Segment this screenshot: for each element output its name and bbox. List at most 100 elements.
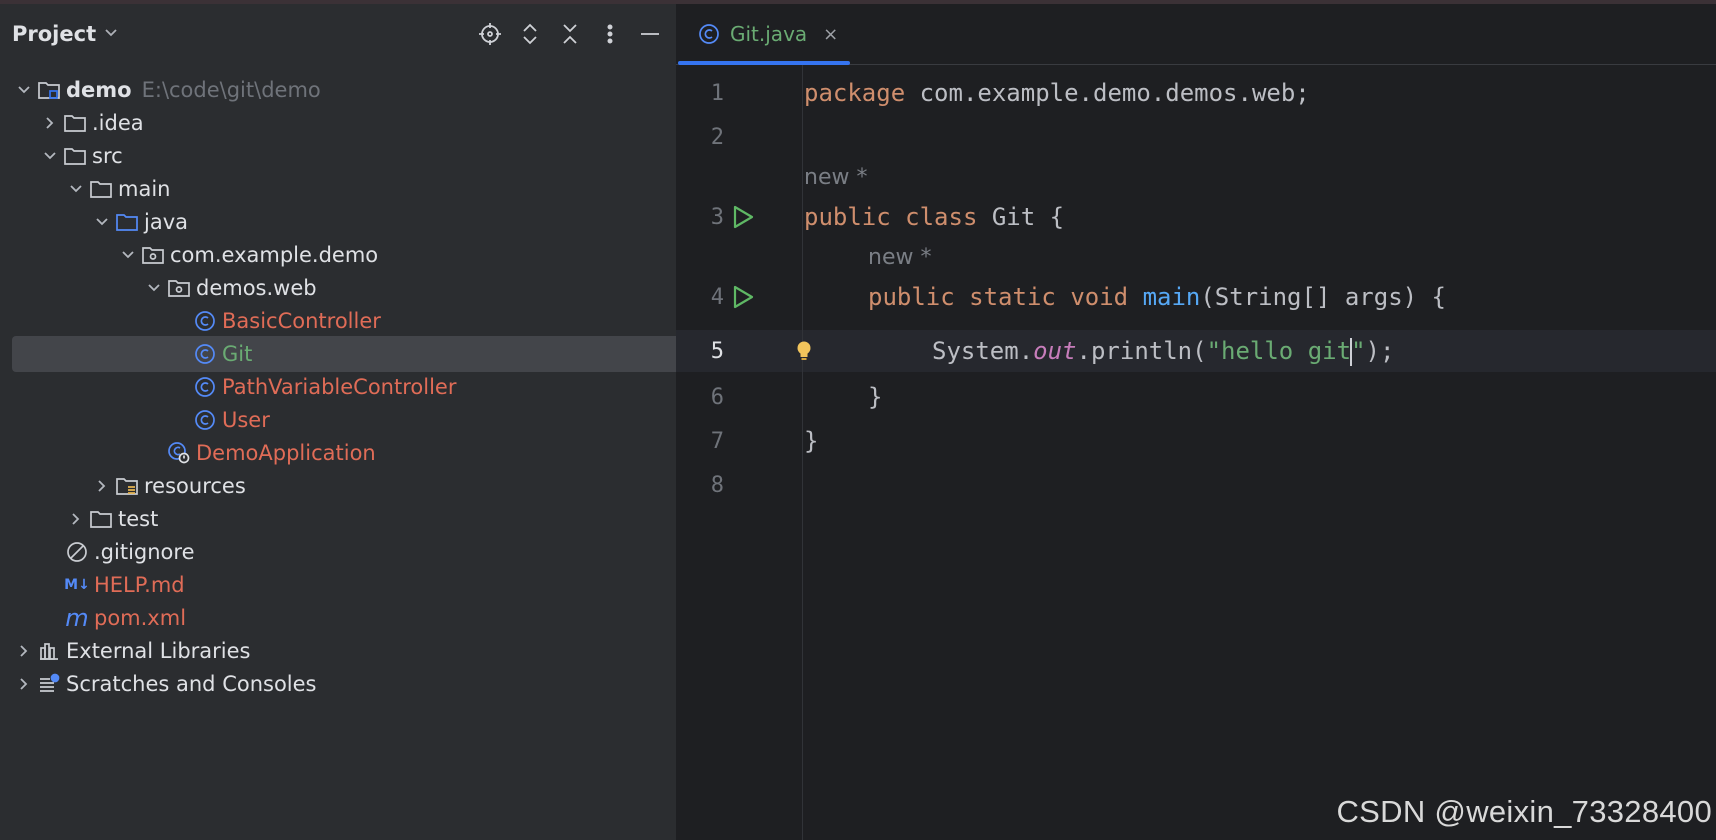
code-text: } xyxy=(868,383,883,411)
tree-item-external-libraries[interactable]: External Libraries xyxy=(12,633,660,669)
tree-item-gitignore[interactable]: .gitignore xyxy=(12,534,712,570)
source-folder-icon xyxy=(114,209,140,235)
maven-icon: m xyxy=(65,604,89,632)
chevron-down-icon[interactable] xyxy=(90,204,114,240)
tree-item-label: BasicController xyxy=(222,309,381,333)
tree-item-label: src xyxy=(92,144,123,168)
code-text: public static void main(String[] args) { xyxy=(868,283,1446,311)
tab-git-java[interactable]: Git.java × xyxy=(676,4,852,65)
tree-item-java[interactable]: java xyxy=(12,204,738,240)
code-line: 8 xyxy=(676,464,1716,506)
chevron-right-icon[interactable] xyxy=(90,468,114,504)
keyword: class xyxy=(905,203,978,231)
gitignore-icon xyxy=(64,539,90,565)
tree-item-demos-web[interactable]: demos.web xyxy=(12,270,790,306)
code-segment: Git { xyxy=(977,203,1065,231)
code-line: 6 } xyxy=(676,376,1716,418)
markdown-icon: M↓ xyxy=(64,577,90,593)
inlay-hint-line: new * xyxy=(676,236,1716,278)
author-inlay-hint[interactable]: new * xyxy=(804,165,867,190)
expand-all-icon[interactable] xyxy=(516,20,544,48)
tree-item-label: User xyxy=(222,408,270,432)
code-line: 2 xyxy=(676,116,1716,158)
active-tab-indicator xyxy=(678,61,850,65)
inlay-hint-line: new * xyxy=(676,156,1716,198)
tree-item-resources[interactable]: resources xyxy=(12,468,738,504)
code-text: System.out.println("hello git"); xyxy=(932,337,1394,366)
keyword: public xyxy=(804,203,891,231)
folder-icon xyxy=(62,143,88,169)
run-icon[interactable] xyxy=(730,284,756,310)
chevron-down-icon[interactable] xyxy=(12,72,36,108)
library-icon xyxy=(36,638,62,664)
code-text: package com.example.demo.demos.web; xyxy=(804,79,1310,107)
tree-item-label: demo xyxy=(66,78,132,102)
run-icon[interactable] xyxy=(730,204,756,230)
folder-icon xyxy=(88,506,114,532)
chevron-right-icon[interactable] xyxy=(12,633,36,669)
module-path: E:\code\git\demo xyxy=(141,78,321,102)
lightbulb-icon[interactable] xyxy=(792,339,816,363)
keyword: package xyxy=(804,79,906,107)
chevron-right-icon[interactable] xyxy=(12,666,36,702)
code-line: 3 public class Git { xyxy=(676,196,1716,238)
tree-item-label: demos.web xyxy=(196,276,317,300)
package-icon xyxy=(166,275,192,301)
package-icon xyxy=(140,242,166,268)
code-line-current: 5 System.out.println("hello git"); xyxy=(676,330,1716,372)
tree-item-label: .gitignore xyxy=(94,540,195,564)
locate-file-icon[interactable] xyxy=(476,20,504,48)
chevron-down-icon[interactable] xyxy=(116,237,140,273)
line-number: 8 xyxy=(710,472,724,498)
close-icon[interactable]: × xyxy=(823,24,838,45)
author-inlay-hint[interactable]: new * xyxy=(868,245,931,270)
tree-item-pom-xml[interactable]: m pom.xml xyxy=(12,600,712,636)
project-title: Project xyxy=(12,22,97,46)
chevron-right-icon[interactable] xyxy=(64,501,88,537)
method-name: main xyxy=(1142,283,1201,311)
folder-icon xyxy=(62,110,88,136)
string-literal: " xyxy=(1351,336,1366,365)
tree-item-label: main xyxy=(118,177,171,201)
code-segment: ); xyxy=(1365,336,1395,365)
tree-item-help-md[interactable]: M↓ HELP.md xyxy=(12,567,712,603)
project-tool-window: Project demo E:\code\git\demo .idea src … xyxy=(0,4,840,840)
tree-item-idea[interactable]: .idea xyxy=(12,105,686,141)
keyword: static xyxy=(969,283,1056,311)
line-number: 5 xyxy=(710,338,724,364)
java-class-icon xyxy=(192,341,218,367)
tree-item-label: .idea xyxy=(92,111,144,135)
tree-item-scratches-and-consoles[interactable]: Scratches and Consoles xyxy=(12,666,660,702)
tree-item-demo[interactable]: demo E:\code\git\demo xyxy=(12,72,660,108)
line-number: 3 xyxy=(710,204,724,230)
code-segment: com.example.demo.demos.web; xyxy=(905,79,1310,107)
chevron-down-icon[interactable] xyxy=(38,138,62,174)
tree-item-label: pom.xml xyxy=(94,606,187,630)
tree-item-src[interactable]: src xyxy=(12,138,686,174)
keyword: public xyxy=(868,283,955,311)
project-view-selector[interactable]: Project xyxy=(12,22,118,46)
folder-icon xyxy=(88,176,114,202)
tree-item-label: HELP.md xyxy=(94,573,185,597)
tree-item-label: PathVariableController xyxy=(222,375,457,399)
chevron-right-icon[interactable] xyxy=(38,105,62,141)
tree-item-test[interactable]: test xyxy=(12,501,712,537)
code-segment: (String[] args) { xyxy=(1200,283,1446,311)
chevron-down-icon xyxy=(104,27,118,42)
options-menu-icon[interactable] xyxy=(596,20,624,48)
java-class-icon xyxy=(192,407,218,433)
tree-item-com-example-demo[interactable]: com.example.demo xyxy=(12,237,764,273)
module-folder-icon xyxy=(36,77,62,103)
chevron-down-icon[interactable] xyxy=(142,270,166,306)
tree-item-label: Scratches and Consoles xyxy=(66,672,317,696)
code-text: public class Git { xyxy=(804,203,1064,231)
editor-area: Git.java × 1 package com.example.demo.de… xyxy=(676,4,1716,840)
project-header: Project xyxy=(0,4,676,66)
tree-item-main[interactable]: main xyxy=(12,171,712,207)
tree-item-label: java xyxy=(144,210,188,234)
tab-label: Git.java xyxy=(730,22,808,46)
code-segment: .println( xyxy=(1076,336,1207,365)
collapse-all-icon[interactable] xyxy=(556,20,584,48)
hide-panel-icon[interactable] xyxy=(636,20,664,48)
chevron-down-icon[interactable] xyxy=(64,171,88,207)
